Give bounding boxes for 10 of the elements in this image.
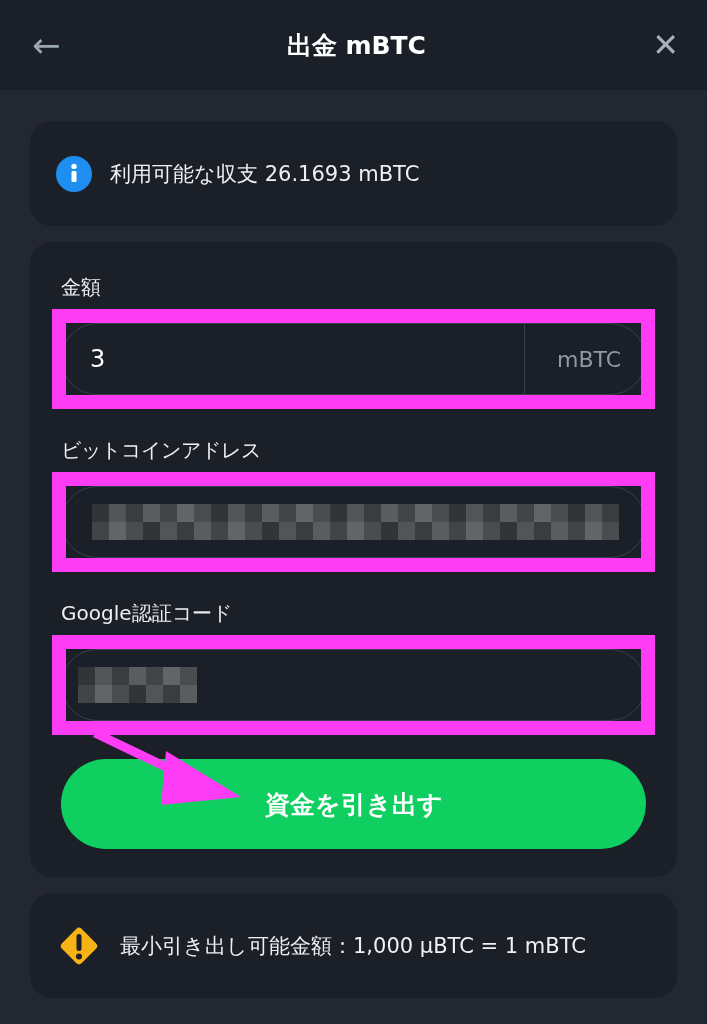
info-icon: [56, 155, 92, 192]
unit-label: mBTC: [523, 324, 645, 394]
close-button[interactable]: ✕: [648, 26, 683, 64]
minimum-amount-text: 最小引き出し可能金額：1,000 µBTC = 1 mBTC: [120, 932, 586, 960]
page-title: 出金 mBTC: [286, 29, 426, 62]
balance-text: 利用可能な収支 26.1693 mBTC: [110, 160, 420, 188]
back-button[interactable]: ←: [28, 25, 65, 65]
field-label: ビットコインアドレス: [61, 437, 262, 464]
field-label: 金額: [61, 274, 102, 301]
field-label: Google認証コード: [61, 600, 233, 627]
